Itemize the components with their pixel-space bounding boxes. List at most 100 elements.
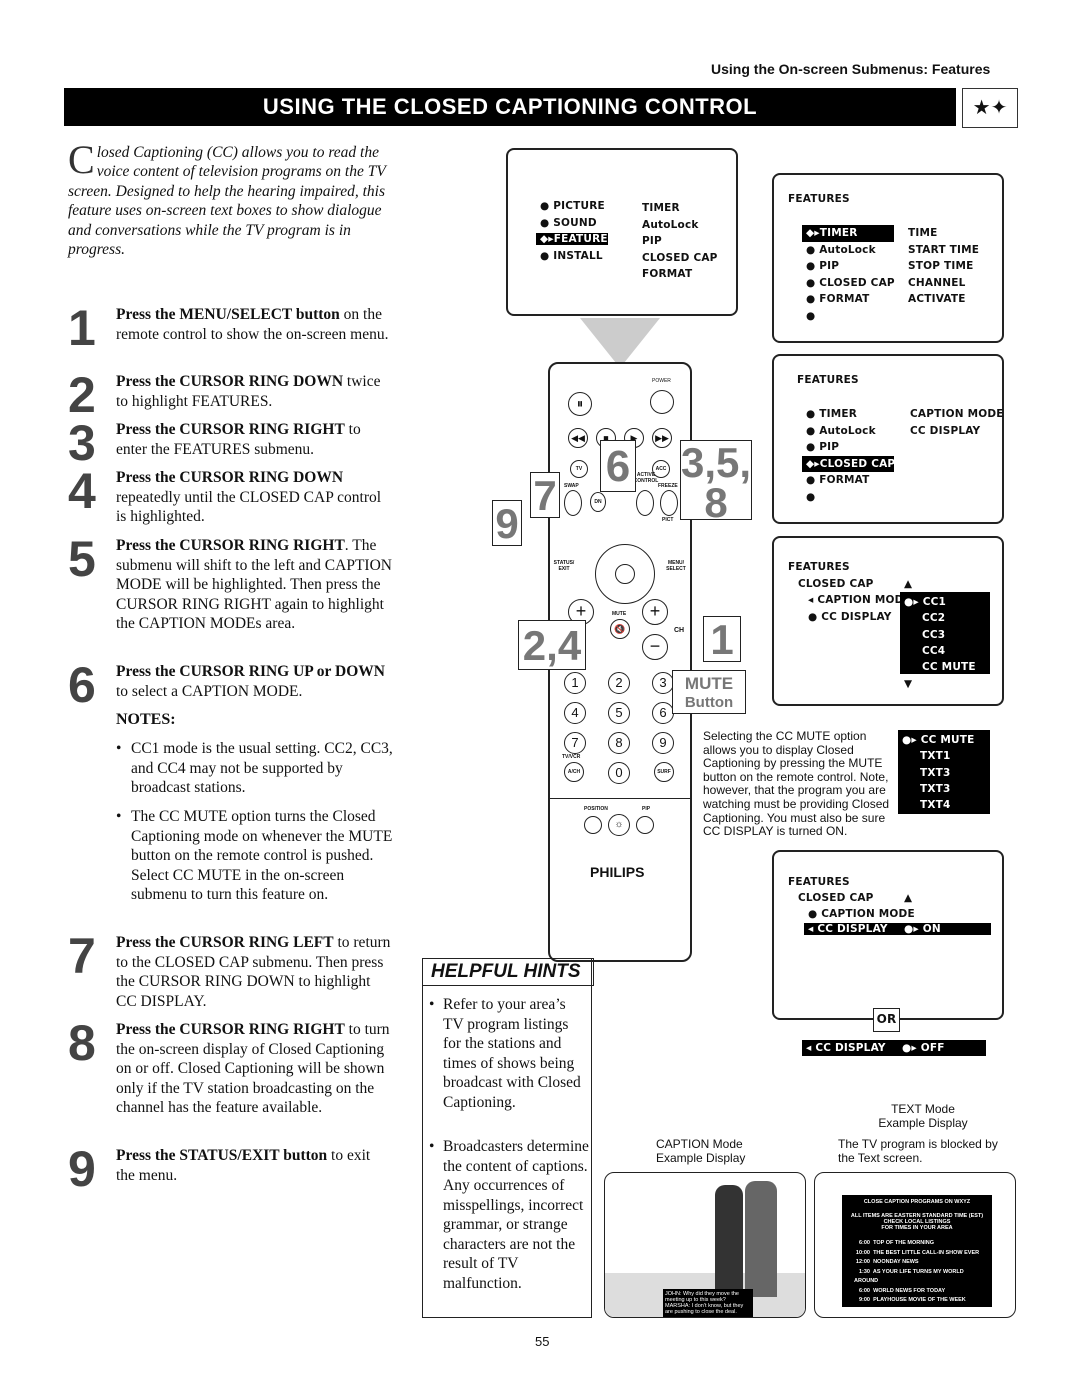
fast-forward-button[interactable]: ▶▶ [652, 428, 672, 448]
tv-vcr-label: TV/VCR [562, 754, 581, 760]
step-number: 3 [68, 415, 96, 471]
menu-item: CC DISPLAY [910, 424, 981, 437]
pip-label: PIP [642, 806, 651, 812]
digit-7-button[interactable]: 7 [564, 732, 586, 754]
menu-item: CC3 [922, 628, 946, 641]
menu-item: CC2 [922, 612, 946, 625]
menu-item: ● FORMAT [806, 293, 870, 305]
menu-item: ● PIP [806, 441, 840, 453]
step-number: 1 [68, 300, 96, 356]
step-8: 8 Press the CURSOR RING RIGHT to turn the… [68, 1018, 393, 1118]
step-number: 5 [68, 531, 96, 587]
menu-item: CC MUTE [922, 661, 976, 674]
section-header: Using the On-screen Submenus: Features [711, 61, 991, 77]
pause-button[interactable]: ⏸ [568, 392, 592, 416]
cc-display-screen: FEATURES CLOSED CAP ▲ ● CAPTION MODE ◂ C… [772, 850, 1004, 1020]
digit-5-button[interactable]: 5 [608, 702, 630, 724]
main-menu-screen: ● PICTURE ● SOUND ◆▸FEATURES ● INSTALL T… [506, 148, 738, 316]
digit-2-button[interactable]: 2 [608, 672, 630, 694]
mute-label: MUTE [612, 611, 627, 617]
digit-3-button[interactable]: 3 [652, 672, 674, 694]
digit-6-button[interactable]: 6 [652, 702, 674, 724]
a-ch-button[interactable]: A/CH [564, 762, 584, 782]
menu-item: ACTIVATE [908, 293, 966, 305]
digit-9-button[interactable]: 9 [652, 732, 674, 754]
surf-button[interactable]: SURF [654, 762, 674, 782]
menu-item: ◆▸CLOSED CAP [802, 455, 895, 472]
step-9: 9 Press the STATUS/EXIT button to exit th… [68, 1144, 393, 1194]
menu-item: ● PIP [806, 260, 840, 272]
swap-button[interactable] [564, 490, 582, 516]
status-exit-label: STATUS/ EXIT [553, 560, 575, 572]
step-action: Press the STATUS/EXIT button [116, 1147, 328, 1164]
digit-4-button[interactable]: 4 [564, 702, 586, 724]
listing-row: 6:00 TOP OF THE MORNING [858, 1240, 934, 1246]
freeze-label: FREEZE [658, 483, 678, 489]
digit-0-button[interactable]: 0 [608, 762, 630, 784]
power-label: POWER [652, 378, 671, 384]
pip-position-button[interactable]: ☼ [608, 814, 630, 836]
listing-row: 10:00 THE BEST LITTLE CALL-IN SHOW EVER [855, 1249, 980, 1256]
brand-logo: PHILIPS [590, 864, 645, 880]
menu-item: AutoLock [642, 218, 699, 231]
step-5: 5 Press the CURSOR RING RIGHT. The submen… [68, 531, 393, 634]
person-illustration [715, 1185, 743, 1295]
step-2: 2 Press the CURSOR RING DOWN twice to hig… [68, 370, 393, 420]
menu-item: ● FORMAT [806, 474, 870, 486]
listing-row: 1:30 AS YOUR LIFE TURNS MY WORLD AROUND [854, 1268, 964, 1285]
caption-example-label: CAPTION Mode Example Display [656, 1137, 746, 1165]
intro: Closed Captioning (CC) allows you to rea… [68, 140, 393, 259]
pip-button[interactable] [636, 816, 654, 834]
note: The CC MUTE option turns the Closed Capt… [116, 807, 394, 905]
features-screen: FEATURES ◆▸TIMER ● AutoLock ● PIP ● CLOSED … [772, 173, 1004, 343]
digit-1-button[interactable]: 1 [564, 672, 586, 694]
text-example-label: TEXT Mode Example Display [878, 1102, 968, 1130]
menu-item: ● TIMER [806, 408, 857, 420]
freeze-button[interactable] [660, 490, 678, 516]
text-mode-example: CLOSE CAPTION PROGRAMS ON WXYZ ALL ITEMS … [814, 1172, 1016, 1318]
step-action: Press the MENU/SELECT button [116, 306, 340, 323]
menu-item: ◆▸TIMER [802, 225, 894, 242]
callout-step-2-4: 2,4 [518, 620, 586, 670]
intro-text: losed Captioning (CC) allows you to read… [68, 144, 386, 259]
menu-select-label: MENU/ SELECT [666, 560, 686, 572]
callout-step-3-5-8: 3,5, 8 [680, 439, 752, 526]
helpful-hints: HELPFUL HINTS Refer to your area’s TV pr… [422, 958, 594, 1318]
step-action: Press the CURSOR RING RIGHT [116, 537, 345, 554]
step-action: Press the CURSOR RING UP or DOWN [116, 663, 385, 680]
digit-8-button[interactable]: 8 [608, 732, 630, 754]
dn-button[interactable]: DN [590, 492, 606, 512]
tv-button[interactable]: TV [570, 460, 588, 478]
rewind-button[interactable]: ◀◀ [568, 428, 588, 448]
star-burst-icon: ★✦ [962, 88, 1018, 128]
step-action: Press the CURSOR RING RIGHT [116, 1021, 345, 1038]
listing-row: 9:00 PLAYHOUSE MOVIE OF THE WEEK [858, 1297, 966, 1303]
step-action: Press the CURSOR RING LEFT [116, 934, 334, 951]
notes-title: NOTES: [116, 711, 176, 728]
menu-item: ● AutoLock [806, 424, 876, 437]
or-label: OR [873, 1008, 900, 1032]
note: CC1 mode is the usual setting. CC2, CC3,… [116, 739, 394, 798]
swap-label: SWAP [564, 483, 579, 489]
menu-item: TXT1 [920, 750, 951, 763]
menu-item: PIP [642, 235, 662, 247]
mute-button[interactable]: 🔇 [610, 619, 630, 639]
menu-item: TXT4 [920, 799, 951, 812]
step-4: 4 Press the CURSOR RING DOWN repeatedly u… [68, 466, 393, 527]
step-text: repeatedly until the CLOSED CAP control … [116, 488, 382, 526]
menu-item: CAPTION MODE [910, 408, 1004, 420]
menu-item: ● CLOSED CAP [806, 276, 895, 289]
center-button[interactable] [615, 564, 635, 584]
cc-mute-modes-list: ●▸ CC MUTE TXT1 TXT3 TXT3 TXT4 [898, 730, 990, 814]
cc-mute-description: Selecting the CC MUTE option allows you … [703, 729, 890, 839]
caption-mode-example: JOHN: Why did they move the meeting up t… [604, 1172, 806, 1318]
power-button[interactable] [650, 390, 674, 414]
position-left-button[interactable] [584, 816, 602, 834]
page-title: USING THE CLOSED CAPTIONING CONTROL [64, 88, 956, 126]
active-control-button[interactable] [636, 490, 654, 516]
step-number: 6 [68, 657, 96, 713]
channel-up-button[interactable]: + [642, 599, 668, 625]
channel-down-button[interactable]: − [642, 634, 668, 660]
step-text: to select a CAPTION MODE. [116, 682, 303, 700]
hint: Broadcasters determine the content of ca… [429, 1137, 589, 1293]
